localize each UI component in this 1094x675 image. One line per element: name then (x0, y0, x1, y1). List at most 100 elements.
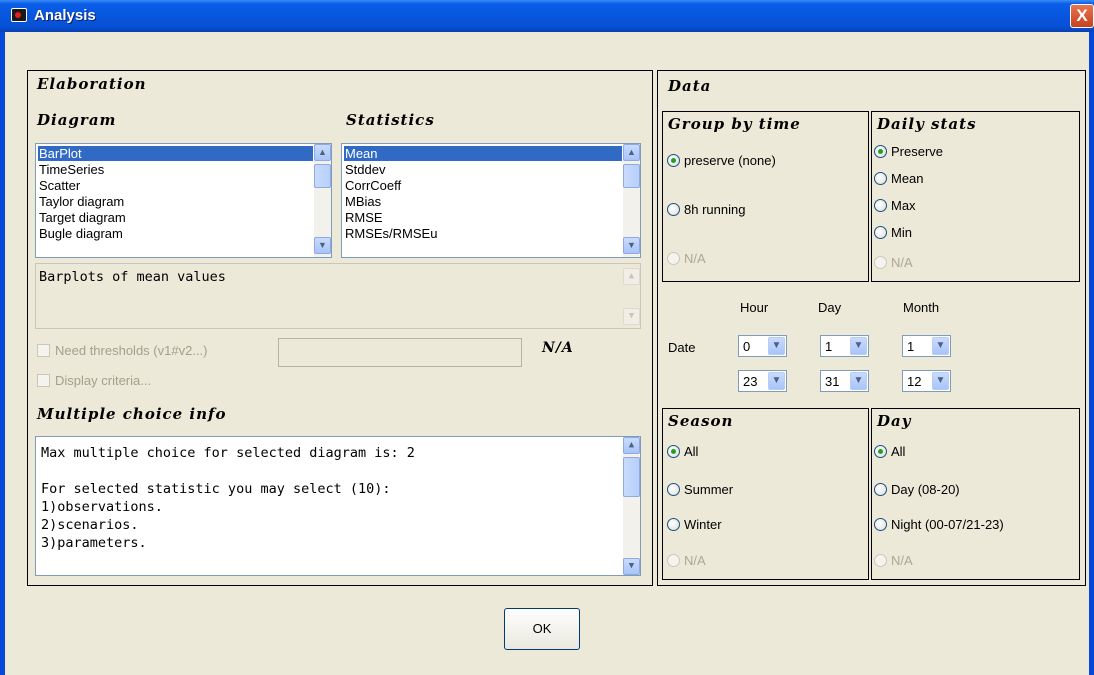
list-item[interactable]: RMSEs/RMSEu (344, 226, 437, 241)
chevron-down-icon[interactable]: ▼ (768, 372, 785, 390)
group-8h-radio[interactable]: 8h running (667, 201, 745, 219)
radio-dot[interactable] (874, 172, 887, 185)
checkbox-box[interactable] (37, 374, 50, 387)
chevron-down-icon[interactable]: ▼ (768, 337, 785, 355)
multiple-choice-textarea[interactable]: Max multiple choice for selected diagram… (35, 436, 641, 576)
radio-dot (667, 252, 680, 265)
data-title: Data (668, 77, 712, 95)
title-bar[interactable]: Analysis X (0, 0, 1094, 32)
list-item[interactable]: Taylor diagram (38, 194, 124, 209)
diagram-scrollbar[interactable]: ▲ ▼ (314, 144, 331, 257)
season-summer-label: Summer (684, 482, 734, 497)
window-frame-left (0, 32, 5, 675)
season-all-label: All (684, 444, 699, 459)
chevron-down-icon: ▼ (623, 308, 640, 325)
daily-na-label: N/A (891, 255, 913, 270)
chevron-up-icon[interactable]: ▲ (623, 437, 640, 454)
month-label: Month (903, 300, 940, 315)
daily-max-radio[interactable]: Max (874, 197, 916, 215)
need-thresholds-checkbox[interactable]: Need thresholds (v1#v2...) (37, 342, 207, 360)
scroll-thumb[interactable] (314, 164, 331, 188)
day-night-radio[interactable]: Night (00-07/21-23) (874, 516, 1004, 534)
diagram-list[interactable]: BarPlot TimeSeries Scatter Taylor diagra… (35, 143, 332, 258)
chevron-down-icon[interactable]: ▼ (932, 337, 949, 355)
daily-mean-label: Mean (891, 171, 924, 186)
day-label: Day (818, 300, 842, 315)
day-to-select[interactable]: 31 ▼ (820, 370, 869, 392)
chevron-up-icon[interactable]: ▲ (623, 144, 640, 161)
radio-dot[interactable] (874, 145, 887, 158)
chevron-up-icon: ▲ (623, 268, 640, 285)
chevron-down-icon[interactable]: ▼ (314, 237, 331, 254)
window-title: Analysis (34, 7, 96, 24)
season-all-radio[interactable]: All (667, 443, 698, 461)
display-criteria-checkbox[interactable]: Display criteria... (37, 372, 151, 390)
month-from-select[interactable]: 1 ▼ (902, 335, 951, 357)
description-text: Barplots of mean values (39, 269, 226, 285)
list-item[interactable]: MBias (344, 194, 381, 209)
list-item[interactable]: RMSE (344, 210, 383, 225)
radio-dot[interactable] (667, 154, 680, 167)
radio-dot[interactable] (874, 226, 887, 239)
radio-dot (874, 554, 887, 567)
radio-dot[interactable] (874, 445, 887, 458)
daily-mean-radio[interactable]: Mean (874, 170, 924, 188)
season-summer-radio[interactable]: Summer (667, 481, 733, 499)
group-preserve-radio[interactable]: preserve (none) (667, 152, 776, 170)
statistics-header: Statistics (346, 111, 435, 129)
radio-dot (667, 554, 680, 567)
daily-stats-title: Daily stats (877, 115, 977, 133)
checkbox-box[interactable] (37, 344, 50, 357)
scroll-thumb[interactable] (623, 457, 640, 497)
group-by-time-title: Group by time (668, 115, 801, 133)
hour-from-select[interactable]: 0 ▼ (738, 335, 787, 357)
radio-dot[interactable] (874, 483, 887, 496)
diagram-header: Diagram (37, 111, 117, 129)
radio-dot[interactable] (667, 445, 680, 458)
chevron-up-icon[interactable]: ▲ (314, 144, 331, 161)
radio-dot[interactable] (874, 199, 887, 212)
statistics-list[interactable]: Mean Stddev CorrCoeff MBias RMSE RMSEs/R… (341, 143, 641, 258)
chevron-down-icon[interactable]: ▼ (623, 237, 640, 254)
list-item[interactable]: Mean (344, 146, 622, 161)
list-item[interactable]: BarPlot (38, 146, 313, 161)
season-winter-radio[interactable]: Winter (667, 516, 722, 534)
group-na-label: N/A (684, 251, 706, 266)
day-from-select[interactable]: 1 ▼ (820, 335, 869, 357)
list-item[interactable]: TimeSeries (38, 162, 104, 177)
list-item[interactable]: Scatter (38, 178, 80, 193)
daily-preserve-radio[interactable]: Preserve (874, 143, 943, 161)
thresholds-input (278, 338, 522, 367)
season-title: Season (668, 412, 734, 430)
list-item[interactable]: Target diagram (38, 210, 126, 225)
chevron-down-icon[interactable]: ▼ (850, 372, 867, 390)
day-daytime-label: Day (08-20) (891, 482, 960, 497)
radio-dot[interactable] (667, 483, 680, 496)
group-8h-label: 8h running (684, 202, 746, 217)
chevron-down-icon[interactable]: ▼ (623, 558, 640, 575)
daily-min-radio[interactable]: Min (874, 224, 912, 242)
radio-dot[interactable] (874, 518, 887, 531)
chevron-down-icon[interactable]: ▼ (932, 372, 949, 390)
app-icon (11, 8, 27, 22)
month-to-select[interactable]: 12 ▼ (902, 370, 951, 392)
list-item[interactable]: CorrCoeff (344, 178, 401, 193)
close-button[interactable]: X (1070, 4, 1094, 28)
radio-dot[interactable] (667, 203, 680, 216)
scroll-thumb[interactable] (623, 164, 640, 188)
ok-button[interactable]: OK (504, 608, 580, 650)
day-night-label: Night (00-07/21-23) (891, 517, 1004, 532)
list-item[interactable]: Stddev (344, 162, 385, 177)
day-all-radio[interactable]: All (874, 443, 905, 461)
analysis-window: Analysis X Elaboration Diagram Statistic… (0, 0, 1094, 675)
statistics-scrollbar[interactable]: ▲ ▼ (623, 144, 640, 257)
chevron-down-icon[interactable]: ▼ (850, 337, 867, 355)
window-frame-right (1089, 32, 1094, 675)
day-daytime-radio[interactable]: Day (08-20) (874, 481, 960, 499)
multiple-choice-scrollbar[interactable]: ▲ ▼ (623, 437, 640, 575)
day-to-value: 31 (825, 374, 840, 389)
radio-dot[interactable] (667, 518, 680, 531)
list-item[interactable]: Bugle diagram (38, 226, 123, 241)
hour-to-select[interactable]: 23 ▼ (738, 370, 787, 392)
day-na-radio: N/A (874, 552, 913, 570)
